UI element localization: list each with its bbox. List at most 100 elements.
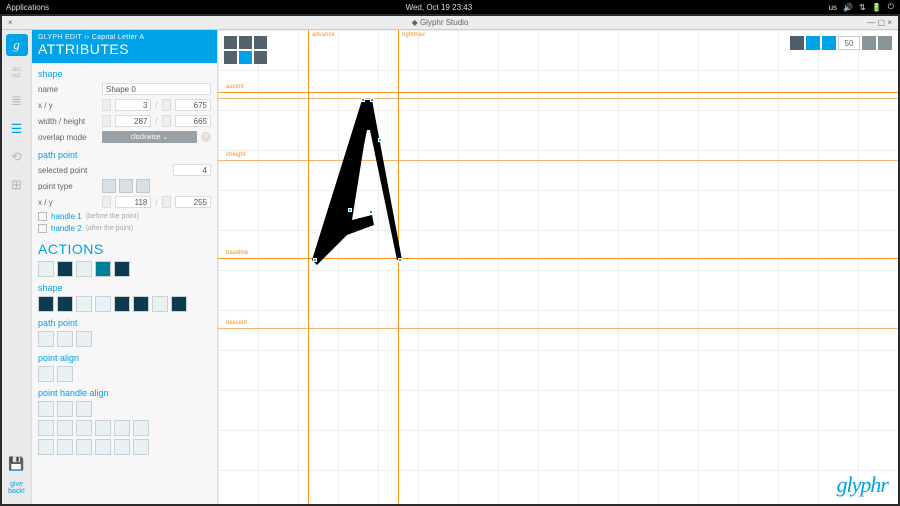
halign-14[interactable] xyxy=(114,439,130,455)
action-copy[interactable] xyxy=(38,261,54,277)
zoom-in[interactable] xyxy=(862,36,876,50)
path-node[interactable] xyxy=(369,210,373,214)
action-paste[interactable] xyxy=(76,261,92,277)
lock-pp-x-icon[interactable] xyxy=(102,196,111,208)
path-node[interactable] xyxy=(398,258,402,262)
input-w[interactable]: 287 xyxy=(115,115,151,127)
halign-5[interactable] xyxy=(57,420,73,436)
halign-2[interactable] xyxy=(57,401,73,417)
action-undo[interactable] xyxy=(57,261,73,277)
rail-save[interactable]: 💾 xyxy=(6,453,28,475)
halign-6[interactable] xyxy=(76,420,92,436)
path-node[interactable] xyxy=(378,138,382,142)
point-type-symmetric[interactable] xyxy=(136,179,150,193)
path-node[interactable] xyxy=(313,258,317,262)
lock-y-icon[interactable] xyxy=(162,99,171,111)
pp-action-2[interactable] xyxy=(57,331,73,347)
rail-logo[interactable]: g xyxy=(6,34,28,56)
halign-12[interactable] xyxy=(76,439,92,455)
path-node[interactable] xyxy=(361,98,365,102)
glyph-shape[interactable] xyxy=(312,100,412,270)
shape-action-1[interactable] xyxy=(38,296,54,312)
window-controls[interactable]: — ▢ × xyxy=(867,18,892,27)
halign-10[interactable] xyxy=(38,439,54,455)
input-selected-point[interactable]: 4 xyxy=(173,164,211,176)
overlap-mode-dropdown[interactable]: clockwise ⌄ xyxy=(102,131,197,143)
sound-icon[interactable]: 🔊 xyxy=(843,3,853,12)
view-pan[interactable] xyxy=(790,36,804,50)
shape-action-6[interactable] xyxy=(133,296,149,312)
rail-guides[interactable]: ⊞ xyxy=(6,174,28,196)
give-back-link[interactable]: give back! xyxy=(8,481,25,496)
action-export[interactable] xyxy=(114,261,130,277)
halign-13[interactable] xyxy=(95,439,111,455)
halign-8[interactable] xyxy=(114,420,130,436)
edit-canvas[interactable]: /*placeholder to keep structure*/ advanc… xyxy=(218,30,898,504)
guide-ascent[interactable] xyxy=(218,92,898,93)
view-onebyone[interactable] xyxy=(822,36,836,50)
shape-action-8[interactable] xyxy=(171,296,187,312)
halign-4[interactable] xyxy=(38,420,54,436)
align-action-1[interactable] xyxy=(38,366,54,382)
halign-11[interactable] xyxy=(57,439,73,455)
input-h[interactable]: 665 xyxy=(175,115,211,127)
input-shape-name[interactable]: Shape 0 xyxy=(102,83,211,95)
lock-pp-y-icon[interactable] xyxy=(162,196,171,208)
network-icon[interactable]: ⇅ xyxy=(859,3,866,12)
power-icon[interactable]: ⏻ xyxy=(888,2,894,12)
rail-layers[interactable]: ≣ xyxy=(6,90,28,112)
input-y[interactable]: 675 xyxy=(175,99,211,111)
lock-h-icon[interactable] xyxy=(162,115,171,127)
panel-title: ATTRIBUTES xyxy=(38,41,211,57)
pp-action-1[interactable] xyxy=(38,331,54,347)
label-wh: width / height xyxy=(38,117,98,126)
halign-9[interactable] xyxy=(133,420,149,436)
actions-pathpoint-label: path point xyxy=(38,318,211,328)
action-add[interactable] xyxy=(95,261,111,277)
guide-left-side[interactable] xyxy=(308,30,309,504)
tool-arrow[interactable] xyxy=(224,36,237,49)
path-node[interactable] xyxy=(370,98,374,102)
shape-action-2[interactable] xyxy=(57,296,73,312)
point-type-corner[interactable] xyxy=(102,179,116,193)
view-fit[interactable] xyxy=(806,36,820,50)
point-type-flat[interactable] xyxy=(119,179,133,193)
input-x[interactable]: 3 xyxy=(115,99,151,111)
halign-7[interactable] xyxy=(95,420,111,436)
tool-pen[interactable] xyxy=(239,36,252,49)
guide-capheight[interactable] xyxy=(218,98,898,99)
rail-glyph-edit[interactable]: abc xyz xyxy=(6,62,28,84)
tool-path-add[interactable] xyxy=(239,51,252,64)
input-pp-x[interactable]: 118 xyxy=(115,196,151,208)
label-xy: x / y xyxy=(38,101,98,110)
path-node[interactable] xyxy=(348,208,352,212)
zoom-out[interactable] xyxy=(878,36,892,50)
input-pp-y[interactable]: 255 xyxy=(175,196,211,208)
rail-history[interactable]: ⟲ xyxy=(6,146,28,168)
zoom-value[interactable]: 50 xyxy=(838,36,860,50)
tool-shape[interactable] xyxy=(254,36,267,49)
halign-1[interactable] xyxy=(38,401,54,417)
guide-descent[interactable] xyxy=(218,328,898,329)
align-action-2[interactable] xyxy=(57,366,73,382)
help-icon[interactable]: ? xyxy=(201,132,211,142)
shape-action-3[interactable] xyxy=(76,296,92,312)
toggle-handle-2[interactable]: handle 2 (after the point) xyxy=(38,224,211,233)
halign-3[interactable] xyxy=(76,401,92,417)
lock-w-icon[interactable] xyxy=(102,115,111,127)
shape-action-7[interactable] xyxy=(152,296,168,312)
breadcrumb[interactable]: GLYPH EDIT ›› Capital Letter A xyxy=(38,34,211,41)
toggle-handle-1[interactable]: handle 1 (before the point) xyxy=(38,212,211,221)
battery-icon[interactable]: 🔋 xyxy=(872,3,882,12)
tool-path-edit[interactable] xyxy=(224,51,237,64)
halign-15[interactable] xyxy=(133,439,149,455)
pp-action-3[interactable] xyxy=(76,331,92,347)
section-pathpoint: path point xyxy=(38,150,211,160)
rail-attributes[interactable]: ☰ xyxy=(6,118,28,140)
lock-x-icon[interactable] xyxy=(102,99,111,111)
tool-new-path[interactable] xyxy=(254,51,267,64)
keyboard-indicator[interactable]: us xyxy=(829,3,837,12)
shape-action-4[interactable] xyxy=(95,296,111,312)
shape-action-5[interactable] xyxy=(114,296,130,312)
applications-menu[interactable]: Applications xyxy=(6,3,49,12)
